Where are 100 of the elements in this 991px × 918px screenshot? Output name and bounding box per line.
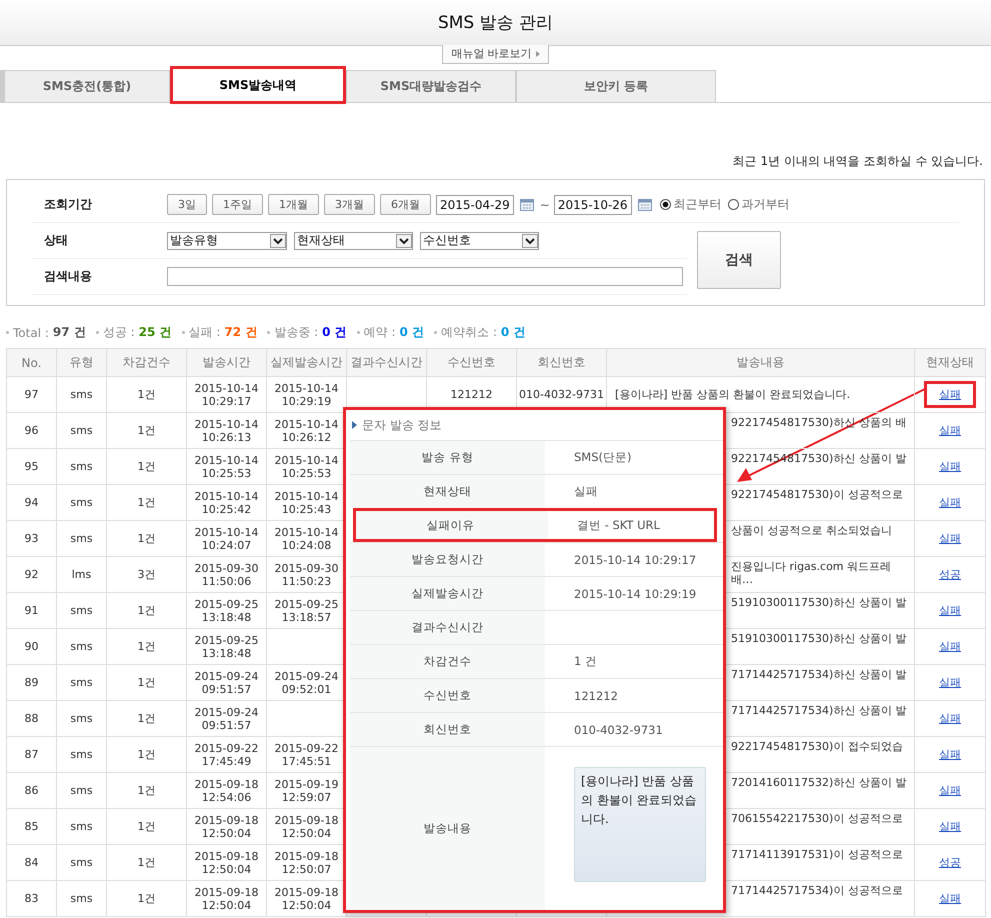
count-cell: 1건	[106, 520, 186, 556]
summary-label: 발송중 :	[274, 324, 318, 341]
count-cell: 1건	[106, 880, 186, 916]
radio-button[interactable]	[728, 199, 739, 210]
radio-button[interactable]	[660, 199, 671, 210]
popup-title: 문자 발송 정보	[362, 416, 442, 434]
dropdown-icon	[270, 234, 286, 248]
dropdown[interactable]: 발송유형	[167, 232, 287, 250]
number-cell: 86	[6, 772, 56, 808]
summary-label: Total :	[13, 326, 49, 340]
detail-value: 실패	[574, 484, 598, 499]
time-cell: 2015-10-14 10:24:07	[186, 520, 266, 556]
number-cell: 96	[6, 412, 56, 448]
type-cell: sms	[56, 376, 106, 412]
summary-count: 0 건	[500, 324, 526, 341]
time-cell: 2015-10-14 10:29:17	[186, 376, 266, 412]
type-cell: sms	[56, 808, 106, 844]
summary-count: 0 건	[322, 324, 347, 341]
dropdown[interactable]: 수신번호	[420, 232, 539, 250]
number-cell: 89	[6, 664, 56, 700]
detail-label: 실제발송시간	[350, 577, 545, 610]
type-cell: sms	[56, 448, 106, 484]
time-cell: 2015-09-30 11:50:06	[186, 556, 266, 592]
type-cell: sms	[56, 880, 106, 916]
notice-text: 최근 1년 이내의 내역을 조회하실 수 있습니다.	[732, 153, 984, 170]
summary-label: 예약 :	[364, 324, 396, 341]
tab[interactable]: SMS발송내역	[170, 66, 346, 104]
bullet-icon	[6, 331, 9, 334]
type-cell: sms	[56, 664, 106, 700]
column-header: 유형	[56, 348, 106, 376]
time-cell: 2015-09-25 13:18:48	[186, 592, 266, 628]
summary-count: 72 건	[224, 324, 258, 341]
radio-label: 최근부터	[674, 196, 722, 213]
bullet-icon	[96, 331, 99, 334]
count-cell: 1건	[106, 628, 186, 664]
type-cell: sms	[56, 736, 106, 772]
calendar-icon[interactable]	[638, 198, 652, 211]
count-cell: 1건	[106, 664, 186, 700]
column-header: 수신번호	[426, 348, 516, 376]
triangle-icon	[352, 421, 357, 429]
bullet-icon	[267, 331, 270, 334]
tab[interactable]: SMS대량발송검수	[346, 70, 516, 102]
type-cell: sms	[56, 628, 106, 664]
number-cell: 93	[6, 520, 56, 556]
column-header: 회신번호	[516, 348, 606, 376]
time-cell: 2015-10-14 10:25:53	[186, 448, 266, 484]
period-button[interactable]: 3개월	[324, 194, 375, 215]
dropdown-icon	[522, 234, 538, 248]
search-button[interactable]: 검색	[697, 231, 781, 289]
count-cell: 1건	[106, 376, 186, 412]
range-separator: ~	[540, 198, 550, 212]
tab[interactable]: 보안키 등록	[516, 70, 716, 102]
number-cell: 84	[6, 844, 56, 880]
column-header: 결과수신시간	[346, 348, 426, 376]
type-cell: sms	[56, 484, 106, 520]
type-cell: sms	[56, 592, 106, 628]
count-cell: 1건	[106, 700, 186, 736]
detail-label: 현재상태	[350, 475, 545, 508]
radio-label: 과거부터	[742, 196, 790, 213]
type-cell: sms	[56, 844, 106, 880]
column-header: 발송시간	[186, 348, 266, 376]
dropdown-icon	[396, 234, 412, 248]
period-button[interactable]: 3일	[167, 194, 207, 215]
time-cell: 2015-09-22 17:45:49	[186, 736, 266, 772]
period-button[interactable]: 1주일	[212, 194, 263, 215]
period-button[interactable]: 6개월	[380, 194, 431, 215]
status-link[interactable]: 실패	[924, 381, 976, 408]
number-cell: 90	[6, 628, 56, 664]
number-cell: 94	[6, 484, 56, 520]
calendar-icon[interactable]	[520, 198, 534, 211]
manual-button[interactable]: 매뉴얼 바로보기	[442, 45, 549, 64]
date-field[interactable]: 2015-04-29	[436, 194, 514, 214]
time-cell: 2015-09-25 13:18:48	[186, 628, 266, 664]
summary-count: 0 건	[400, 324, 424, 341]
count-cell: 1건	[106, 808, 186, 844]
number-cell: 97	[6, 376, 56, 412]
tab[interactable]: SMS충전(통합)	[0, 70, 170, 102]
detail-label: 실패이유	[353, 509, 548, 542]
column-header: 발송내용	[606, 348, 914, 376]
summary-count: 25 건	[138, 324, 172, 341]
date-field[interactable]: 2015-10-26	[554, 194, 632, 214]
detail-label: 발송요청시간	[350, 543, 545, 576]
number-cell: 88	[6, 700, 56, 736]
type-cell: sms	[56, 412, 106, 448]
message-box: [용이나라] 반품 상품의 환불이 완료되었습니다.	[574, 767, 706, 882]
time-cell: 2015-09-18 12:50:04	[186, 844, 266, 880]
bullet-icon	[434, 331, 438, 334]
summary-label: 성공 :	[102, 324, 135, 341]
detail-value: 1 건	[574, 654, 597, 669]
dropdown[interactable]: 현재상태	[294, 232, 413, 250]
count-cell: 1건	[106, 736, 186, 772]
count-cell: 1건	[106, 592, 186, 628]
time-cell: 2015-10-14 10:26:13	[186, 412, 266, 448]
detail-label: 수신번호	[350, 679, 545, 712]
detail-label: 차감건수	[350, 645, 545, 678]
count-cell: 1건	[106, 484, 186, 520]
column-header: 차감건수	[106, 348, 186, 376]
type-cell: sms	[56, 772, 106, 808]
search-field[interactable]	[167, 267, 683, 286]
period-button[interactable]: 1개월	[268, 194, 319, 215]
